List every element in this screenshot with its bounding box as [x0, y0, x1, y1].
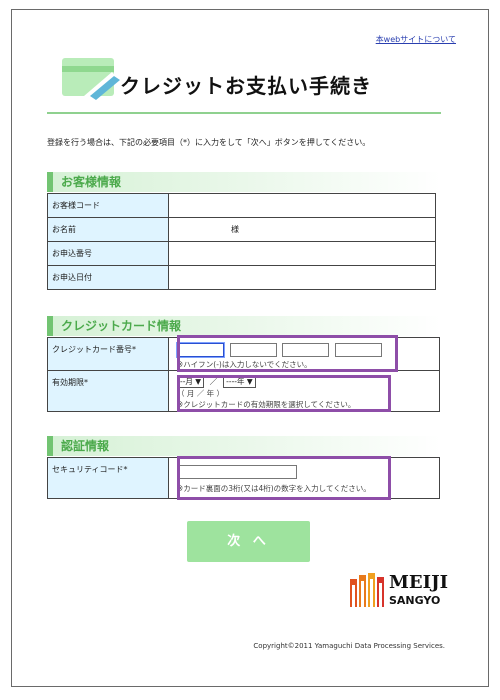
table-row: お申込番号	[47, 241, 436, 266]
table-row: お名前 様	[47, 217, 436, 242]
next-button[interactable]: 次 へ	[187, 521, 310, 562]
logo-text-sangyo: SANGYO	[389, 594, 441, 607]
customer-section-title: お客様情報	[47, 172, 441, 192]
security-code-label: セキュリティコード*	[47, 457, 169, 499]
copyright-text: Copyright©2011 Yamaguchi Data Processing…	[253, 642, 445, 650]
honorific-text: 様	[231, 225, 239, 234]
table-row: お客様コード	[47, 193, 436, 218]
title-divider	[47, 112, 441, 114]
application-date-label: お申込日付	[47, 265, 169, 290]
application-number-value	[168, 241, 436, 266]
customer-code-label: お客様コード	[47, 193, 169, 218]
table-row: お申込日付	[47, 265, 436, 290]
customer-name-label: お名前	[47, 217, 169, 242]
security-code-highlight	[177, 456, 391, 500]
meiji-sangyo-logo-icon	[350, 573, 384, 607]
application-date-value	[168, 265, 436, 290]
instruction-text: 登録を行う場合は、下記の必要項目（*）に入力をして「次へ」ボタンを押してください…	[47, 138, 371, 147]
customer-name-value: 様	[168, 217, 436, 242]
card-number-label: クレジットカード番号*	[47, 337, 169, 371]
card-section-title: クレジットカード情報	[47, 316, 441, 336]
expiry-label: 有効期限*	[47, 370, 169, 412]
about-website-link[interactable]: 本webサイトについて	[376, 34, 456, 45]
expiry-highlight	[177, 375, 391, 412]
page-title: クレジットお支払い手続き	[120, 74, 372, 98]
auth-section-title: 認証情報	[47, 436, 441, 456]
card-number-highlight	[177, 335, 398, 372]
customer-info-table: お客様コード お名前 様 お申込番号 お申込日付	[47, 193, 436, 290]
customer-code-value	[168, 193, 436, 218]
application-number-label: お申込番号	[47, 241, 169, 266]
credit-card-icon	[62, 58, 120, 102]
logo-text-meiji: MEIJI	[389, 572, 449, 593]
